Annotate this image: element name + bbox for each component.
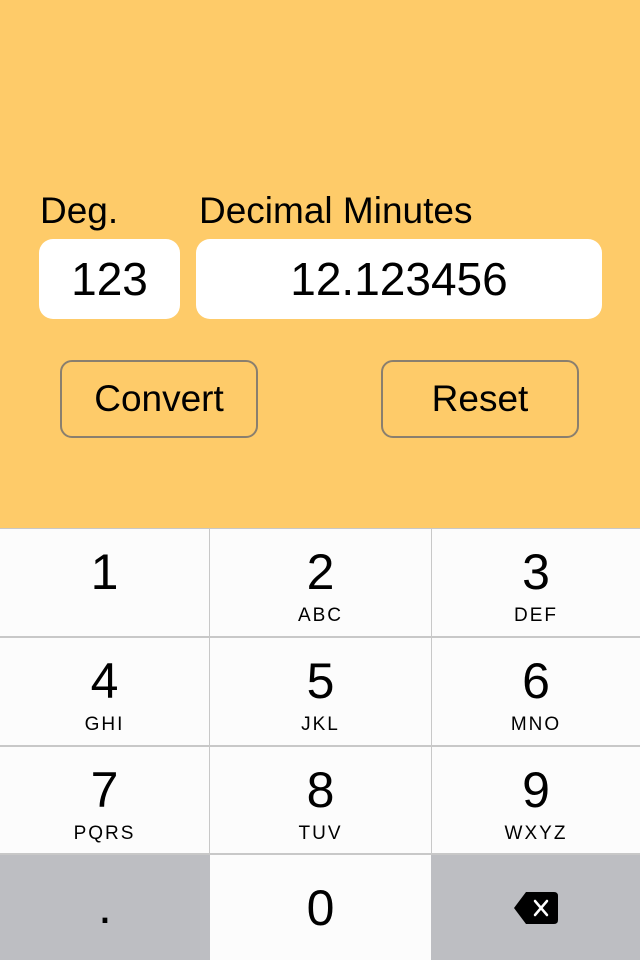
key-9[interactable]: 9 WXYZ bbox=[432, 747, 640, 853]
key-8[interactable]: 8 TUV bbox=[210, 747, 431, 853]
key-letters: ABC bbox=[297, 605, 344, 626]
convert-button[interactable]: Convert bbox=[60, 360, 258, 438]
key-digit: 9 bbox=[522, 762, 550, 818]
key-1[interactable]: 1 bbox=[0, 529, 209, 636]
key-4[interactable]: 4 GHI bbox=[0, 638, 209, 745]
key-digit: 8 bbox=[306, 762, 335, 818]
key-letters: WXYZ bbox=[504, 823, 568, 844]
numeric-keypad: 1 2 ABC 3 DEF 4 GHI 5 JKL 6 MNO 7 PQRS 8… bbox=[0, 528, 640, 960]
key-decimal[interactable]: . bbox=[0, 855, 210, 960]
key-2[interactable]: 2 ABC bbox=[210, 529, 431, 636]
key-0[interactable]: 0 bbox=[210, 855, 431, 960]
minutes-label: Decimal Minutes bbox=[199, 190, 473, 231]
key-3[interactable]: 3 DEF bbox=[432, 529, 640, 636]
key-letters: TUV bbox=[298, 823, 343, 844]
degrees-input[interactable]: 123 bbox=[39, 239, 180, 319]
key-digit: . bbox=[98, 877, 112, 934]
minutes-input[interactable]: 12.123456 bbox=[196, 239, 602, 319]
reset-button[interactable]: Reset bbox=[381, 360, 579, 438]
key-digit: 1 bbox=[90, 544, 119, 600]
degrees-label: Deg. bbox=[40, 190, 119, 231]
key-digit: 2 bbox=[306, 544, 335, 600]
key-digit: 3 bbox=[522, 544, 550, 600]
key-7[interactable]: 7 PQRS bbox=[0, 747, 209, 853]
key-letters: PQRS bbox=[73, 823, 136, 844]
key-digit: 7 bbox=[90, 762, 119, 818]
key-letters: JKL bbox=[301, 714, 340, 735]
key-digit: 6 bbox=[522, 653, 550, 709]
key-digit: 0 bbox=[306, 879, 335, 936]
converter-panel: Deg. Decimal Minutes 123 12.123456 Conve… bbox=[0, 0, 640, 528]
key-5[interactable]: 5 JKL bbox=[210, 638, 431, 745]
key-letters: DEF bbox=[514, 605, 558, 626]
key-delete[interactable] bbox=[431, 855, 640, 960]
backspace-icon bbox=[513, 891, 558, 924]
key-digit: 5 bbox=[306, 653, 335, 709]
key-6[interactable]: 6 MNO bbox=[432, 638, 640, 745]
key-letters: GHI bbox=[84, 714, 125, 735]
key-letters: MNO bbox=[510, 714, 562, 735]
key-digit: 4 bbox=[90, 653, 119, 709]
